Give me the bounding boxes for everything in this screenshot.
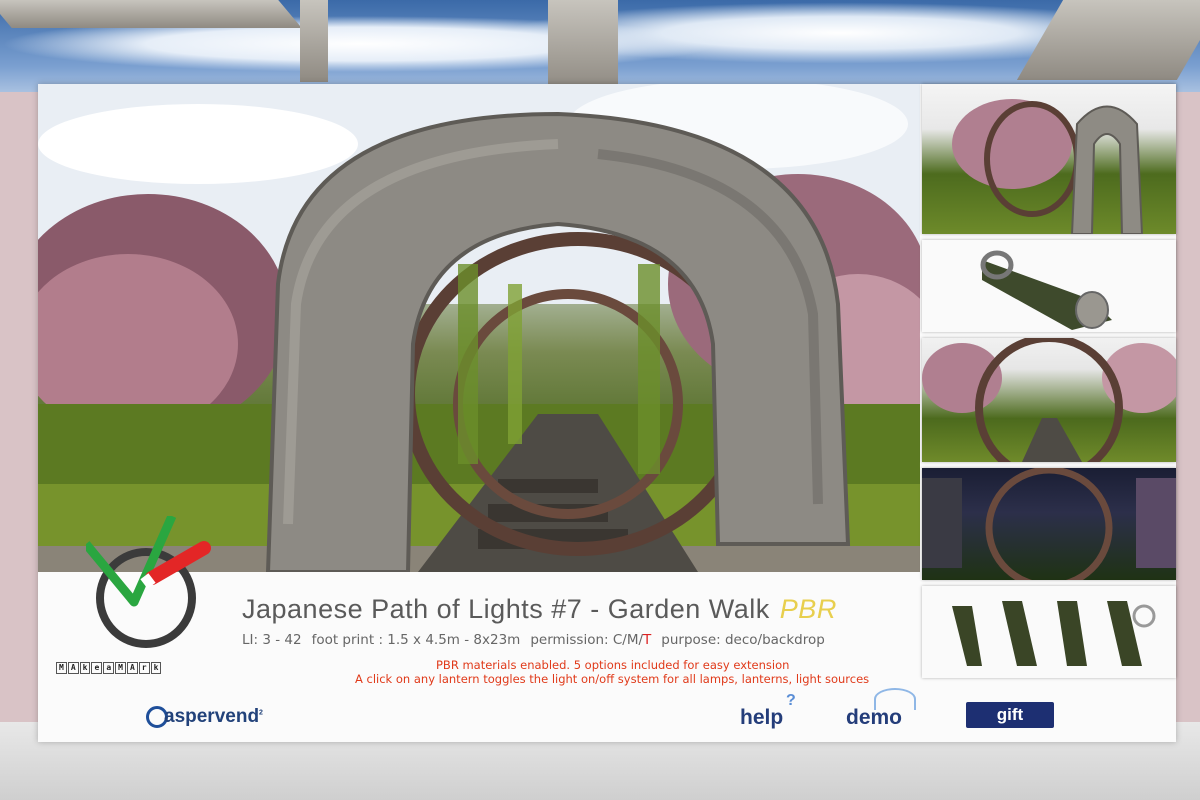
demo-button[interactable]: demo <box>846 688 916 730</box>
wordmark-letter: A <box>67 662 79 674</box>
spec-permission-t: T <box>643 632 652 648</box>
wordmark-letter: r <box>138 662 150 674</box>
main-product-image <box>38 84 920 572</box>
thumbnail-scene <box>980 250 1112 330</box>
thumbnail-scene <box>952 601 1156 666</box>
thumbnail-scene <box>922 338 1176 462</box>
thumbnail-scene <box>922 468 1176 580</box>
thumbnail-path-day[interactable] <box>922 338 1176 462</box>
wordmark-letter: M <box>115 662 126 674</box>
help-button[interactable]: help ? <box>740 692 796 730</box>
thumbnail-model-options[interactable] <box>922 586 1176 678</box>
wordmark-letter: e <box>91 662 103 674</box>
product-specs: LI: 3 - 42 foot print : 1.5 x 4.5m - 8x23… <box>242 632 825 648</box>
gift-button[interactable]: gift <box>966 702 1054 728</box>
demo-icon <box>874 688 916 710</box>
right-wall <box>1176 92 1200 722</box>
thumbnail-model-top[interactable] <box>922 240 1176 332</box>
thumbnail-scene <box>952 99 1144 234</box>
help-icon: ? <box>786 692 796 709</box>
product-title: Japanese Path of Lights #7 - Garden Walk… <box>242 594 837 625</box>
pbr-badge: PBR <box>779 594 837 624</box>
thumbnail-arches-overview[interactable] <box>922 84 1176 234</box>
wordmark-letter: k <box>79 662 91 674</box>
vendor-board[interactable]: M A k e a M A r k Japanese Path of Light… <box>38 84 1176 742</box>
note-pbr: PBR materials enabled. 5 options include… <box>436 658 790 672</box>
roof-beam <box>300 0 328 82</box>
note-lantern-toggle: A click on any lantern toggles the light… <box>355 672 870 686</box>
garden-scene <box>38 84 920 572</box>
spec-footprint: foot print : 1.5 x 4.5m - 8x23m <box>311 632 521 648</box>
casper-logo: aspervend2 <box>146 706 263 728</box>
wordmark-letter: a <box>103 662 115 674</box>
thumbnail-path-night[interactable] <box>922 468 1176 580</box>
spec-purpose: purpose: deco/backdrop <box>661 632 825 648</box>
roof-beam <box>548 0 618 90</box>
left-wall <box>0 92 38 722</box>
casper-logo-text: aspervend <box>164 706 260 728</box>
wordmark-letter: M <box>56 662 67 674</box>
product-title-text: Japanese Path of Lights #7 - Garden Walk <box>242 594 770 624</box>
spec-permission: permission: C/M/ <box>530 632 644 648</box>
thumbnail-strip <box>922 84 1176 684</box>
roof-beam <box>1016 0 1200 80</box>
checkmark-logo-icon <box>86 516 211 648</box>
casper-logo-sup: 2 <box>259 709 263 717</box>
wordmark-letter: k <box>150 662 162 674</box>
help-label: help <box>740 706 784 729</box>
makeamark-wordmark: M A k e a M A r k <box>56 662 162 674</box>
spec-li: LI: 3 - 42 <box>242 632 302 648</box>
roof-beam <box>0 0 302 28</box>
wordmark-letter: A <box>126 662 138 674</box>
